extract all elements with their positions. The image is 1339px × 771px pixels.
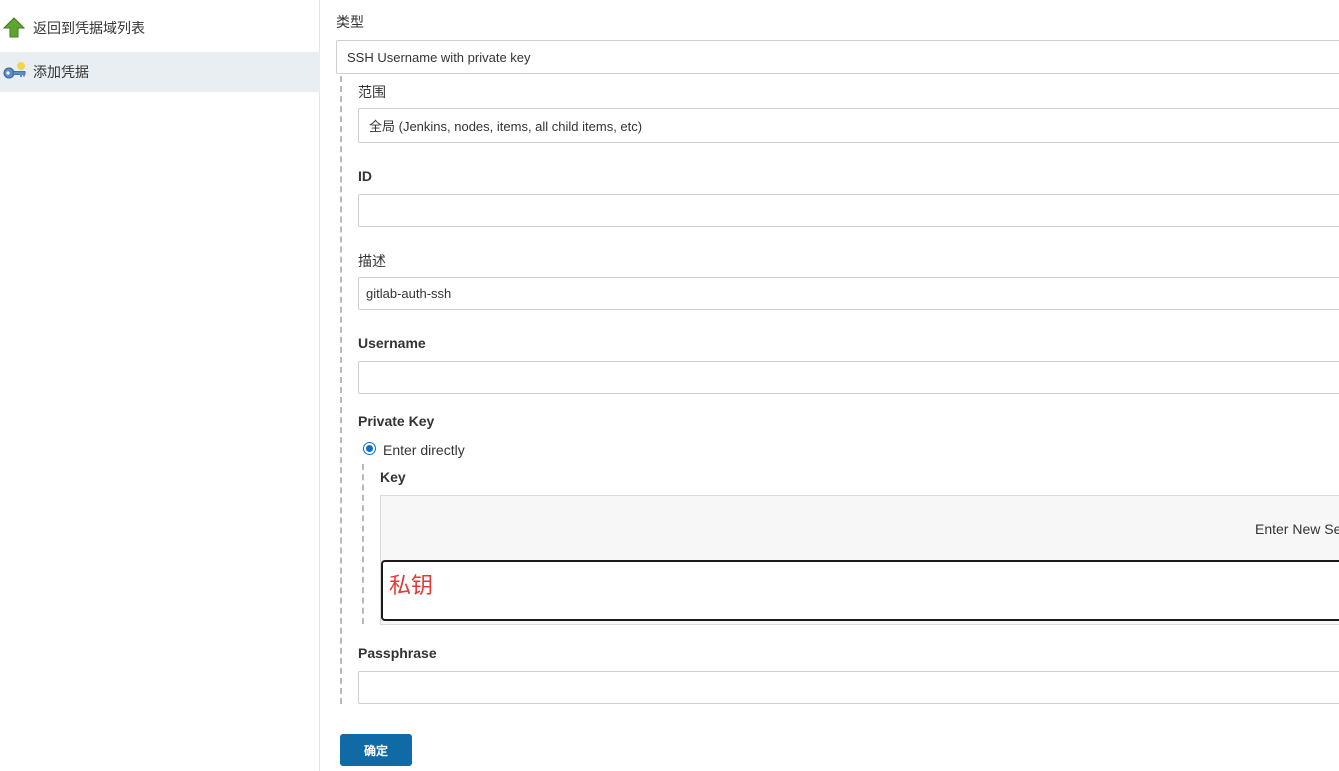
nested-section-divider [340, 76, 342, 704]
submit-button[interactable]: 确定 [340, 734, 412, 766]
credential-form: 类型 SSH Username with private key 范围 全局 (… [320, 0, 1339, 771]
secret-input-container: Enter New Sec 私钥 [380, 495, 1339, 625]
radio-selected-dot [366, 445, 373, 452]
id-input[interactable] [358, 194, 1339, 227]
private-key-textarea[interactable]: 私钥 [381, 560, 1339, 621]
username-input[interactable] [358, 361, 1339, 394]
scope-select[interactable]: 全局 (Jenkins, nodes, items, all child ite… [358, 108, 1339, 143]
enter-directly-label[interactable]: Enter directly [383, 442, 465, 458]
passphrase-label: Passphrase [358, 645, 437, 661]
username-label: Username [358, 335, 426, 351]
sidebar-item-back-to-domains[interactable]: 返回到凭据域列表 [0, 8, 320, 48]
key-icon [2, 60, 26, 84]
sidebar: 返回到凭据域列表 添加凭据 [0, 0, 320, 771]
private-key-label: Private Key [358, 413, 435, 429]
private-key-nested-divider [362, 464, 364, 624]
sidebar-item-label: 返回到凭据域列表 [33, 20, 145, 36]
passphrase-input[interactable] [358, 671, 1339, 704]
description-input[interactable]: gitlab-auth-ssh [358, 277, 1339, 310]
id-label: ID [358, 168, 372, 184]
kind-label: 类型 [336, 14, 364, 30]
sidebar-item-add-credentials[interactable]: 添加凭据 [0, 52, 320, 92]
up-arrow-icon [2, 16, 26, 40]
sidebar-item-label: 添加凭据 [33, 64, 89, 80]
key-label: Key [380, 469, 406, 485]
scope-label: 范围 [358, 84, 386, 100]
enter-directly-radio[interactable] [363, 442, 376, 455]
kind-select[interactable]: SSH Username with private key [336, 40, 1339, 74]
enter-new-secret-hint: Enter New Sec [1255, 521, 1339, 537]
description-label: 描述 [358, 253, 386, 269]
